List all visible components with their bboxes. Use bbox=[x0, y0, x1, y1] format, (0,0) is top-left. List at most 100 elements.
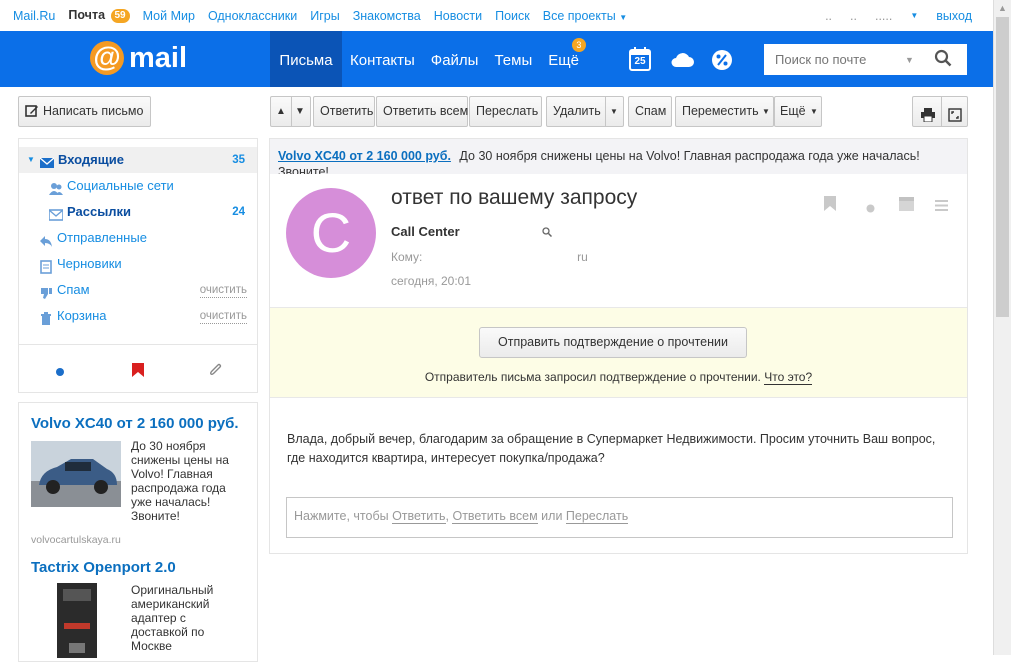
tab-files[interactable]: Файлы bbox=[423, 31, 487, 87]
reply-prefix: Нажмите, чтобы bbox=[294, 509, 389, 523]
to-label: Кому: bbox=[391, 250, 423, 264]
portal-link-mymir[interactable]: Мой Мир bbox=[143, 9, 195, 23]
folder-spam[interactable]: Спам очистить bbox=[19, 277, 257, 303]
folder-drafts[interactable]: Черновики bbox=[19, 251, 257, 277]
ad-domain[interactable]: volvocartulskaya.ru bbox=[31, 534, 121, 546]
at-sign-icon: @ bbox=[90, 41, 124, 75]
reply-button[interactable]: Ответить bbox=[313, 96, 375, 127]
filter-attachments-icon[interactable] bbox=[209, 363, 223, 380]
dots-icon: .. bbox=[850, 8, 857, 23]
ad-car-image[interactable] bbox=[31, 441, 121, 507]
ad-text[interactable]: До 30 ноября снижены цены на Volvo! Глав… bbox=[131, 439, 246, 523]
drafts-icon bbox=[39, 257, 53, 274]
divider bbox=[19, 344, 257, 345]
chevron-down-icon: ▼ bbox=[762, 107, 770, 116]
discount-icon[interactable] bbox=[711, 49, 733, 74]
quick-reply-all-link[interactable]: Ответить всем bbox=[452, 509, 538, 524]
tab-themes[interactable]: Темы bbox=[486, 31, 540, 87]
clean-spam-link[interactable]: очистить bbox=[199, 283, 247, 298]
portal-link-all-projects[interactable]: Все проекты ▼ bbox=[543, 9, 627, 23]
search-icon[interactable] bbox=[934, 49, 952, 70]
message-view: Volvo XC40 от 2 160 000 руб. До 30 ноябр… bbox=[269, 138, 968, 554]
compose-icon bbox=[25, 100, 39, 129]
tab-more-label: Ещё bbox=[548, 52, 579, 69]
move-label: Переместить bbox=[682, 104, 759, 118]
delete-button[interactable]: Удалить ▼ bbox=[546, 96, 624, 127]
portal-link-search[interactable]: Поиск bbox=[495, 9, 530, 23]
folder-sent[interactable]: Отправленные bbox=[19, 225, 257, 251]
quick-forward-link[interactable]: Переслать bbox=[565, 509, 629, 524]
search-icon[interactable] bbox=[542, 225, 552, 240]
quick-reply-box[interactable]: Нажмите, чтобы Ответить, Ответить всем и… bbox=[286, 497, 953, 538]
ad-title[interactable]: Tactrix Openport 2.0 bbox=[31, 559, 176, 576]
move-button[interactable]: Переместить ▼ bbox=[675, 96, 774, 127]
previous-letter-arrow-icon[interactable]: ▲ bbox=[276, 97, 286, 126]
clean-trash-link[interactable]: очистить bbox=[199, 309, 247, 324]
reply-separator: , bbox=[445, 509, 449, 523]
unread-dot-icon[interactable] bbox=[866, 201, 875, 216]
expand-arrow-icon[interactable]: ▼ bbox=[27, 147, 35, 173]
cloud-icon[interactable] bbox=[670, 51, 694, 70]
portal-link-games[interactable]: Игры bbox=[310, 9, 339, 23]
quick-reply-link[interactable]: Ответить bbox=[392, 509, 446, 524]
mail-logo[interactable]: @ mail bbox=[90, 41, 187, 75]
search-input[interactable] bbox=[765, 52, 905, 67]
filter-unread-icon[interactable] bbox=[55, 365, 65, 380]
folder-social[interactable]: Социальные сети bbox=[19, 173, 257, 199]
portal-link-mailru[interactable]: Mail.Ru bbox=[13, 9, 55, 23]
chevron-down-icon: ▼ bbox=[619, 12, 628, 22]
spam-button[interactable]: Спам bbox=[628, 96, 672, 127]
menu-icon[interactable] bbox=[935, 199, 948, 214]
portal-link-mail[interactable]: Почта 59 bbox=[68, 8, 130, 23]
user-email-redacted[interactable]: ..... bbox=[875, 9, 892, 23]
more-button[interactable]: Ещё ▼ bbox=[774, 96, 822, 127]
what-is-this-link[interactable]: Что это? bbox=[764, 370, 813, 385]
chevron-down-icon[interactable]: ▼ bbox=[610, 97, 618, 126]
send-read-receipt-button[interactable]: Отправить подтверждение о прочтении bbox=[479, 327, 747, 358]
page-scrollbar[interactable]: ▲ bbox=[993, 0, 1011, 655]
to-address-tail[interactable]: ru bbox=[577, 250, 588, 264]
divider bbox=[291, 97, 292, 126]
chevron-down-icon[interactable]: ▼ bbox=[910, 11, 918, 20]
folder-newsletters[interactable]: Рассылки 24 bbox=[19, 199, 257, 225]
mail-unread-badge: 59 bbox=[110, 9, 130, 23]
portal-link-news[interactable]: Новости bbox=[434, 9, 482, 23]
promo-link[interactable]: Volvo XC40 от 2 160 000 руб. bbox=[278, 149, 451, 163]
compose-label: Написать письмо bbox=[43, 104, 144, 118]
print-icon[interactable] bbox=[921, 104, 935, 133]
more-label: Ещё bbox=[780, 104, 806, 118]
logout-link[interactable]: выход bbox=[936, 9, 972, 23]
calendar-icon[interactable] bbox=[899, 196, 914, 214]
calendar-icon[interactable]: 25 bbox=[629, 47, 651, 74]
portal-right: .. .. ..... ▼ выход bbox=[825, 9, 993, 23]
message-sender[interactable]: Call Center bbox=[391, 224, 552, 240]
flag-icon[interactable] bbox=[824, 196, 836, 214]
search-box: ▼ bbox=[764, 44, 967, 75]
trash-icon bbox=[39, 309, 53, 325]
scroll-up-icon[interactable]: ▲ bbox=[994, 0, 1011, 17]
read-receipt-note: Отправитель письма запросил подтверждени… bbox=[270, 370, 967, 385]
tab-letters[interactable]: Письма bbox=[270, 31, 342, 87]
scroll-thumb[interactable] bbox=[996, 17, 1009, 317]
chevron-down-icon[interactable]: ▼ bbox=[905, 55, 914, 65]
promo-banner: Volvo XC40 от 2 160 000 руб. До 30 ноябр… bbox=[270, 139, 967, 174]
reply-all-button[interactable]: Ответить всем bbox=[376, 96, 468, 127]
calendar-day: 25 bbox=[634, 56, 646, 67]
next-letter-arrow-icon[interactable]: ▼ bbox=[295, 97, 305, 126]
folder-label: Социальные сети bbox=[67, 178, 174, 193]
folder-inbox[interactable]: ▼ Входящие 35 bbox=[19, 147, 257, 173]
ad-adapter-image[interactable] bbox=[55, 583, 99, 658]
tab-contacts[interactable]: Контакты bbox=[342, 31, 423, 87]
compose-button[interactable]: Написать письмо bbox=[18, 96, 151, 127]
avatar[interactable]: C bbox=[286, 188, 376, 278]
ad-text[interactable]: Оригинальный американский адаптер с дост… bbox=[131, 583, 246, 653]
forward-button[interactable]: Переслать bbox=[469, 96, 542, 127]
tab-more[interactable]: Ещё 3 bbox=[540, 31, 587, 87]
portal-link-ok[interactable]: Одноклассники bbox=[208, 9, 297, 23]
filter-flagged-icon[interactable] bbox=[132, 363, 144, 380]
folder-trash[interactable]: Корзина очистить bbox=[19, 303, 257, 329]
expand-icon[interactable] bbox=[948, 104, 962, 133]
portal-link-mail-label: Почта bbox=[68, 8, 106, 22]
ad-title[interactable]: Volvo XC40 от 2 160 000 руб. bbox=[31, 415, 239, 432]
portal-link-dating[interactable]: Знакомства bbox=[353, 9, 421, 23]
